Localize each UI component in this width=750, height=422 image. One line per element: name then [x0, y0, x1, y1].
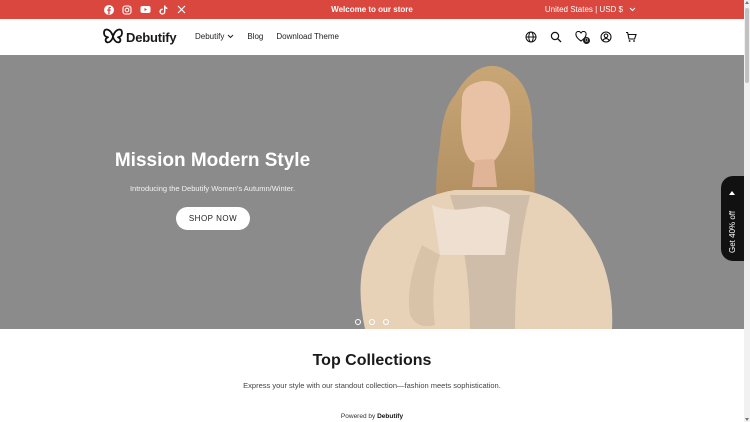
- powered-brand-link[interactable]: Debutify: [377, 413, 403, 420]
- hero-title: Mission Modern Style: [114, 150, 311, 171]
- butterfly-logo-icon: [103, 28, 123, 47]
- site-header: Debutify Debutify Blog Download Theme 0: [0, 19, 744, 56]
- hero-subtitle: Introducing the Debutify Women's Autumn/…: [129, 184, 296, 193]
- wishlist-icon[interactable]: 0: [573, 29, 590, 44]
- promo-tab[interactable]: Get 40% off: [721, 176, 744, 261]
- main-nav: Debutify Blog Download Theme: [195, 32, 339, 41]
- slide-dot[interactable]: [355, 319, 361, 325]
- search-icon[interactable]: [548, 29, 563, 44]
- nav-label: Download Theme: [276, 32, 339, 41]
- nav-label: Debutify: [195, 32, 225, 41]
- nav-item-debutify[interactable]: Debutify: [195, 32, 234, 41]
- wishlist-count-badge: 0: [583, 37, 590, 44]
- locale-label: United States | USD $: [544, 5, 623, 14]
- arrow-up-icon: [729, 191, 735, 195]
- shop-now-button[interactable]: SHOP NOW: [176, 207, 250, 230]
- slide-dot[interactable]: [369, 319, 375, 325]
- account-icon[interactable]: [598, 29, 613, 44]
- hero-banner: Mission Modern Style Introducing the Deb…: [0, 55, 744, 329]
- powered-prefix: Powered by: [340, 413, 376, 420]
- logo[interactable]: Debutify: [103, 28, 177, 47]
- nav-item-download-theme[interactable]: Download Theme: [276, 32, 339, 41]
- promo-tab-label: Get 40% off: [728, 210, 737, 253]
- nav-item-blog[interactable]: Blog: [247, 32, 263, 41]
- collections-title: Top Collections: [312, 352, 432, 369]
- header-icons: 0: [523, 29, 638, 44]
- scroll-down-arrow-icon[interactable]: [745, 418, 749, 421]
- chevron-down-icon: [227, 32, 234, 41]
- powered-by: Powered by Debutify: [0, 413, 744, 420]
- nav-label: Blog: [247, 32, 264, 41]
- collections-subtitle: Express your style with our standout col…: [243, 381, 501, 390]
- chevron-down-icon: [629, 5, 636, 14]
- scrollbar[interactable]: [744, 0, 750, 422]
- slide-dot[interactable]: [383, 319, 389, 325]
- scroll-up-arrow-icon[interactable]: [745, 1, 749, 4]
- announcement-bar: Welcome to our store United States | USD…: [0, 0, 744, 19]
- cart-icon[interactable]: [623, 29, 638, 44]
- logo-text: Debutify: [126, 30, 177, 45]
- locale-selector[interactable]: United States | USD $: [545, 5, 636, 14]
- scrollbar-thumb[interactable]: [745, 8, 749, 83]
- globe-icon[interactable]: [523, 29, 538, 44]
- slideshow-dots: [355, 319, 389, 325]
